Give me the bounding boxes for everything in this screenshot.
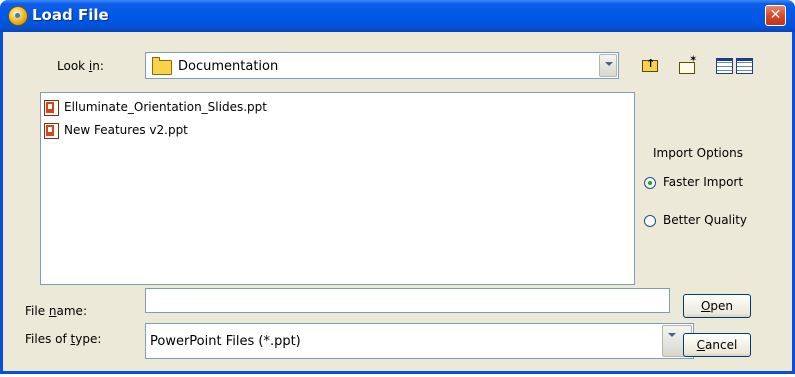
close-icon: ✕ xyxy=(769,7,782,23)
file-name-text: Elluminate_Orientation_Slides.ppt xyxy=(64,100,267,114)
folder-icon xyxy=(152,57,172,75)
import-options-title: Import Options xyxy=(653,146,743,160)
load-file-dialog: Load File ✕ Look in: Documentation Ellum… xyxy=(0,0,795,374)
dialog-title: Load File xyxy=(32,6,109,24)
chevron-down-icon[interactable] xyxy=(599,54,617,77)
file-name-input[interactable] xyxy=(145,288,670,313)
file-name-label: File name: xyxy=(25,304,87,318)
details-view-icon xyxy=(736,58,753,74)
list-view-button[interactable] xyxy=(714,55,736,77)
list-view-icon xyxy=(716,58,733,74)
powerpoint-file-icon xyxy=(44,100,59,116)
files-of-type-value: PowerPoint Files (*.ppt) xyxy=(150,334,301,349)
details-view-button[interactable] xyxy=(734,55,756,77)
look-in-label: Look in: xyxy=(57,59,104,73)
powerpoint-file-icon xyxy=(44,123,59,139)
better-quality-radio[interactable] xyxy=(644,215,656,227)
up-one-level-button[interactable] xyxy=(639,55,661,77)
create-new-folder-icon xyxy=(679,54,697,74)
look-in-combo[interactable]: Documentation xyxy=(145,52,619,79)
open-button[interactable]: Open xyxy=(683,294,751,318)
close-button[interactable]: ✕ xyxy=(765,5,786,26)
up-one-level-icon xyxy=(642,57,658,72)
title-bar[interactable]: Load File ✕ xyxy=(0,0,795,32)
files-of-type-select[interactable]: PowerPoint Files (*.ppt) xyxy=(145,323,694,359)
faster-import-label: Faster Import xyxy=(663,175,744,189)
files-of-type-label: Files of type: xyxy=(25,332,102,346)
faster-import-radio[interactable] xyxy=(644,177,656,189)
file-list[interactable]: Elluminate_Orientation_Slides.ppt New Fe… xyxy=(40,92,635,285)
look-in-value: Documentation xyxy=(178,59,279,74)
file-name-text: New Features v2.ppt xyxy=(64,123,188,137)
better-quality-label: Better Quality xyxy=(663,213,748,227)
create-new-folder-button[interactable] xyxy=(677,54,699,77)
cancel-button[interactable]: Cancel xyxy=(683,333,751,357)
app-logo-icon xyxy=(8,6,28,26)
